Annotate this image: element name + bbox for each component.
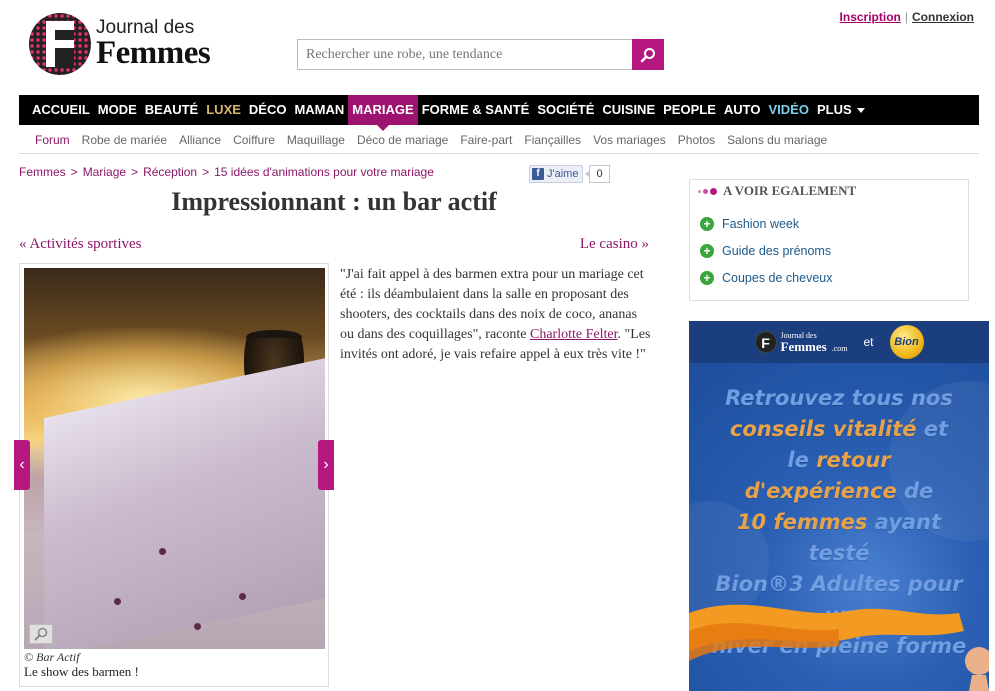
search-bar [297,39,664,70]
subnav-vos-mariages[interactable]: Vos mariages [587,126,672,153]
like-count: 0 [585,165,610,183]
chevron-right-icon: › [323,456,329,473]
bion-logo: Bion [889,325,924,359]
breadcrumb-femmes[interactable]: Femmes [19,165,66,179]
sub-nav: Forum Robe de mariée Alliance Coiffure M… [19,126,979,154]
nav-accueil[interactable]: ACCUEIL [28,95,94,125]
separator: | [904,10,908,24]
breadcrumb-separator: > [70,165,78,179]
previous-slide-link[interactable]: « Activités sportives [19,236,142,253]
subnav-coiffure[interactable]: Coiffure [227,126,281,153]
nav-maman[interactable]: MAMAN [290,95,348,125]
nav-people[interactable]: PEOPLE [659,95,720,125]
nav-video[interactable]: VIDÉO [764,95,812,125]
next-slide-link[interactable]: Le casino » [580,236,649,253]
see-also-item[interactable]: + Coupes de cheveux [700,264,833,291]
nav-forme-sante[interactable]: FORME & SANTÉ [418,95,534,125]
subnav-forum[interactable]: Forum [29,126,76,153]
ad-logo-domain: .com [831,343,848,353]
dots-icon [698,187,719,195]
nav-auto[interactable]: AUTO [720,95,765,125]
see-also-label: Guide des prénoms [722,243,832,258]
see-also-item[interactable]: + Fashion week [700,210,833,237]
ad-highlight: 10 femmes [736,510,868,534]
photo-caption: Le show des barmen ! [24,664,139,679]
article-title: Impressionnant : un bar actif [171,187,497,216]
photo-frame [19,263,329,687]
ad-line: et [916,417,949,441]
photo-prev-arrow[interactable]: ‹ [14,440,30,490]
facebook-like: f J'aime 0 [529,165,610,183]
plus-icon: + [700,270,714,285]
chevron-left-icon: ‹ [19,456,25,473]
logo-f-icon [29,13,91,75]
nav-deco[interactable]: DÉCO [245,95,291,125]
like-button[interactable]: f J'aime [529,165,584,183]
see-also-item[interactable]: + Guide des prénoms [700,237,833,264]
ad-logo-icon: F [754,331,777,353]
like-label: J'aime [547,168,579,180]
account-links: Inscription | Connexion [840,10,974,24]
nav-plus-label: PLUS [816,102,852,117]
see-also-label: Coupes de cheveux [722,270,833,285]
photo-credit: © Bar Actif [24,650,80,664]
nav-mariage[interactable]: MARIAGE [348,95,418,131]
nav-plus[interactable]: PLUS [813,95,869,125]
breadcrumb-mariage[interactable]: Mariage [83,165,126,179]
breadcrumb-reception[interactable]: Réception [143,165,197,179]
article-text: "J'ai fait appel à des barmen extra pour… [340,265,652,365]
ad-line: Retrouvez tous nos [725,386,953,410]
subnav-deco[interactable]: Déco de mariage [351,126,454,153]
nav-beaute[interactable]: BEAUTÉ [141,95,202,125]
advertisement-banner[interactable]: F Journal des Femmes .com et Bion Retrou… [689,321,989,691]
subnav-faire-part[interactable]: Faire-part [454,126,518,153]
zoom-button[interactable] [29,624,53,644]
ad-line: de [896,479,934,503]
ad-logo-title: Femmes [780,338,827,354]
ad-et: et [863,335,874,349]
inscription-link[interactable]: Inscription [840,10,901,24]
search-input[interactable] [297,39,632,70]
connexion-link[interactable]: Connexion [912,10,974,24]
breadcrumb-separator: > [202,165,210,179]
logo-title: Femmes [96,35,211,71]
ad-line: le [787,448,817,472]
search-icon [640,47,655,62]
see-also-label: Fashion week [722,216,800,231]
subnav-photos[interactable]: Photos [672,126,721,153]
subnav-fiancailles[interactable]: Fiançailles [518,126,587,153]
nav-mode[interactable]: MODE [94,95,141,125]
caret-down-icon [856,108,865,114]
see-also-title: A VOIR EGALEMENT [723,183,857,198]
facebook-icon: f [532,168,544,180]
site-logo[interactable]: Journal des Femmes [29,11,234,77]
subnav-robe[interactable]: Robe de mariée [76,126,173,153]
article-photo [24,268,325,649]
ad-header: F Journal des Femmes .com et Bion [689,321,989,363]
nav-luxe[interactable]: LUXE [202,95,245,125]
scarf-illustration [689,604,989,691]
author-link[interactable]: Charlotte Felter [530,327,617,342]
breadcrumb-article[interactable]: 15 idées d'animations pour votre mariage [214,165,434,179]
photo-next-arrow[interactable]: › [318,440,334,490]
ad-highlight: retour d'expérience [744,448,897,503]
main-nav: ACCUEIL MODE BEAUTÉ LUXE DÉCO MAMAN MARI… [19,95,979,131]
breadcrumb-separator: > [131,165,139,179]
ad-highlight: conseils vitalité [729,417,917,441]
subnav-salons[interactable]: Salons du mariage [721,126,833,153]
nav-cuisine[interactable]: CUISINE [598,95,659,125]
nav-societe[interactable]: SOCIÉTÉ [533,95,598,125]
magnifier-icon [34,627,48,641]
breadcrumb: Femmes > Mariage > Réception >15 idées d'anim… [19,165,434,179]
search-button[interactable] [632,39,664,70]
subnav-alliance[interactable]: Alliance [173,126,227,153]
plus-icon: + [700,216,714,231]
see-also-box: A VOIR EGALEMENT + Fashion week + Guide de… [689,179,969,301]
plus-icon: + [700,243,714,258]
subnav-maquillage[interactable]: Maquillage [281,126,351,153]
